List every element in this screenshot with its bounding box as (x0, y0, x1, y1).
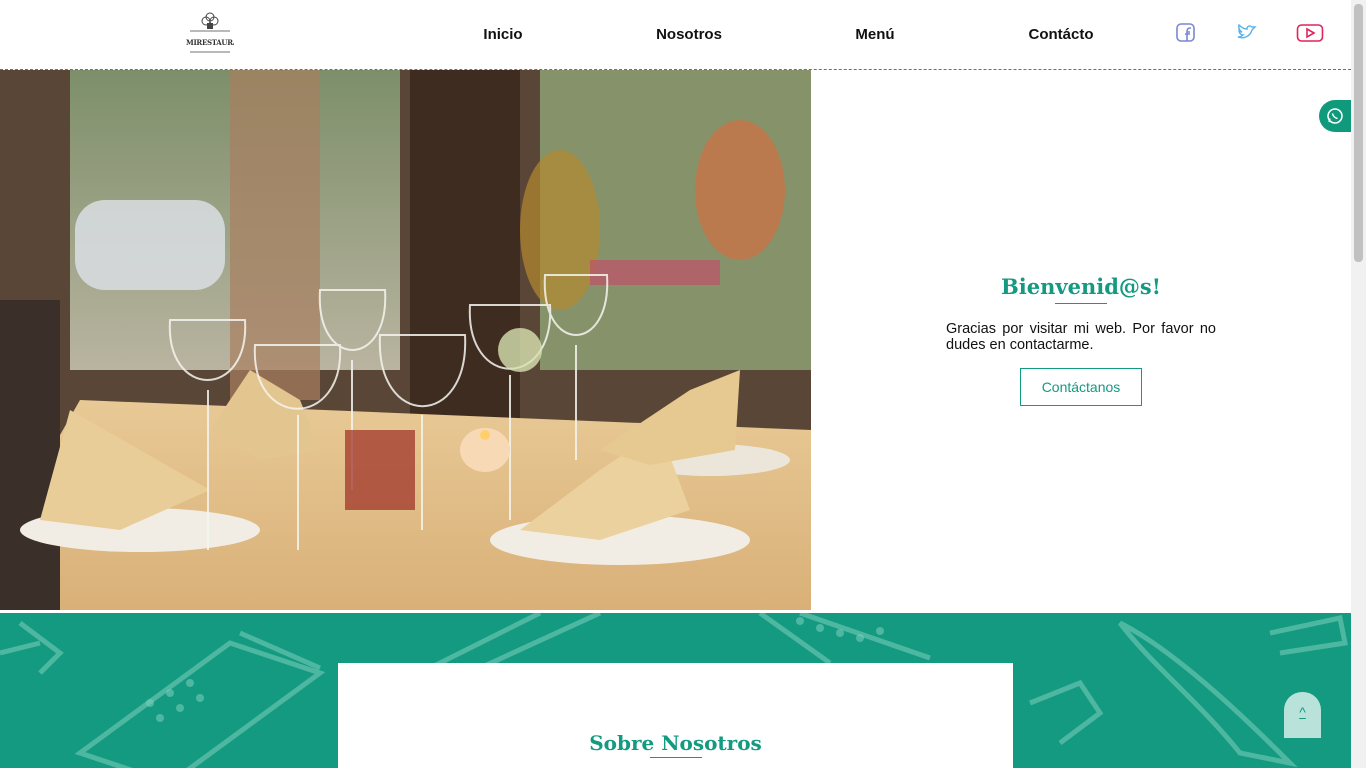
scroll-to-top-button[interactable]: ^ (1284, 692, 1321, 738)
welcome-section: Bienvenid@s! Gracias por visitar mi web.… (946, 274, 1216, 406)
about-title-underline (650, 757, 702, 758)
logo-text: MIRESTAURANTE (186, 38, 234, 47)
page-scrollbar[interactable] (1351, 0, 1366, 768)
nav-contacto[interactable]: Contácto (1001, 26, 1121, 43)
scrollbar-thumb[interactable] (1354, 4, 1363, 262)
whatsapp-icon (1327, 108, 1343, 124)
title-underline (1055, 303, 1107, 304)
nav-menu[interactable]: Menú (815, 26, 935, 43)
contact-us-button[interactable]: Contáctanos (1019, 368, 1143, 406)
youtube-icon[interactable] (1296, 22, 1324, 44)
logo-icon (190, 12, 230, 53)
site-header: MIRESTAURANTE Inicio Nosotros Menú Contá… (0, 0, 1351, 70)
welcome-text: Gracias por visitar mi web. Por favor no… (946, 321, 1216, 353)
about-title: Sobre Nosotros (589, 731, 762, 755)
nav-nosotros[interactable]: Nosotros (629, 26, 749, 43)
nav-inicio[interactable]: Inicio (443, 26, 563, 43)
welcome-title: Bienvenid@s! (1001, 274, 1161, 299)
whatsapp-button[interactable] (1319, 100, 1351, 132)
facebook-icon[interactable] (1174, 22, 1198, 44)
restaurant-logo[interactable]: MIRESTAURANTE (186, 12, 234, 56)
about-card-content: Sobre Nosotros (338, 663, 1013, 768)
twitter-icon[interactable] (1235, 22, 1259, 44)
hero-restaurant-image (0, 70, 811, 610)
